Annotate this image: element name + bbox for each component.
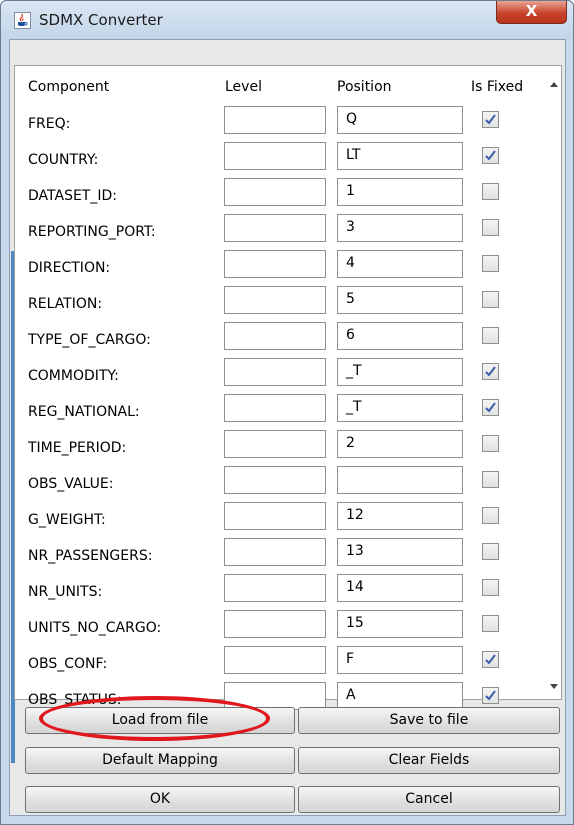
level-input[interactable] bbox=[224, 430, 326, 458]
position-input[interactable]: Q bbox=[337, 106, 463, 134]
component-label: REPORTING_PORT: bbox=[28, 224, 156, 240]
position-input[interactable]: 5 bbox=[337, 286, 463, 314]
header-component: Component bbox=[28, 79, 110, 95]
is-fixed-checkbox[interactable] bbox=[482, 291, 499, 308]
position-input[interactable]: 1 bbox=[337, 178, 463, 206]
cancel-button[interactable]: Cancel bbox=[298, 786, 560, 813]
check-icon bbox=[485, 366, 496, 377]
level-input[interactable] bbox=[224, 538, 326, 566]
save-to-file-button[interactable]: Save to file bbox=[298, 707, 560, 734]
level-input[interactable] bbox=[224, 502, 326, 530]
is-fixed-checkbox[interactable] bbox=[482, 579, 499, 596]
header-level: Level bbox=[225, 79, 262, 95]
sdmx-converter-window: SDMX Converter X Component Level Positio… bbox=[0, 0, 574, 825]
position-input[interactable]: _T bbox=[337, 394, 463, 422]
position-input[interactable]: 12 bbox=[337, 502, 463, 530]
level-input[interactable] bbox=[224, 250, 326, 278]
close-button[interactable]: X bbox=[496, 1, 567, 24]
component-label: UNITS_NO_CARGO: bbox=[28, 620, 162, 636]
load-from-file-button[interactable]: Load from file bbox=[25, 707, 295, 734]
component-label: NR_PASSENGERS: bbox=[28, 548, 153, 564]
component-label: OBS_STATUS: bbox=[28, 692, 122, 708]
level-input[interactable] bbox=[224, 286, 326, 314]
close-icon: X bbox=[525, 2, 538, 20]
is-fixed-checkbox[interactable] bbox=[482, 687, 499, 704]
component-label: OBS_VALUE: bbox=[28, 476, 114, 492]
component-label: NR_UNITS: bbox=[28, 584, 103, 600]
header-is-fixed: Is Fixed bbox=[471, 79, 524, 95]
java-cup-icon bbox=[14, 12, 31, 29]
component-label: COMMODITY: bbox=[28, 368, 119, 384]
level-input[interactable] bbox=[224, 682, 326, 710]
is-fixed-checkbox[interactable] bbox=[482, 435, 499, 452]
level-input[interactable] bbox=[224, 466, 326, 494]
position-input[interactable]: 14 bbox=[337, 574, 463, 602]
check-icon bbox=[485, 654, 496, 665]
position-input[interactable]: 2 bbox=[337, 430, 463, 458]
is-fixed-checkbox[interactable] bbox=[482, 507, 499, 524]
position-input[interactable]: 3 bbox=[337, 214, 463, 242]
level-input[interactable] bbox=[224, 574, 326, 602]
is-fixed-checkbox[interactable] bbox=[482, 615, 499, 632]
position-input[interactable]: LT bbox=[337, 142, 463, 170]
position-input[interactable] bbox=[337, 466, 463, 494]
is-fixed-checkbox[interactable] bbox=[482, 219, 499, 236]
scroll-up-icon[interactable] bbox=[547, 78, 561, 92]
is-fixed-checkbox[interactable] bbox=[482, 183, 499, 200]
position-input[interactable]: 6 bbox=[337, 322, 463, 350]
position-input[interactable]: 4 bbox=[337, 250, 463, 278]
component-label: OBS_CONF: bbox=[28, 656, 108, 672]
default-mapping-button[interactable]: Default Mapping bbox=[25, 747, 295, 774]
level-input[interactable] bbox=[224, 322, 326, 350]
component-label: TYPE_OF_CARGO: bbox=[28, 332, 151, 348]
clear-fields-button[interactable]: Clear Fields bbox=[298, 747, 560, 774]
level-input[interactable] bbox=[224, 142, 326, 170]
check-icon bbox=[485, 690, 496, 701]
title-bar: SDMX Converter X bbox=[1, 1, 573, 39]
window-title: SDMX Converter bbox=[39, 11, 163, 29]
is-fixed-checkbox[interactable] bbox=[482, 543, 499, 560]
component-label: TIME_PERIOD: bbox=[28, 440, 127, 456]
scroll-down-icon[interactable] bbox=[547, 679, 561, 693]
level-input[interactable] bbox=[224, 214, 326, 242]
position-input[interactable]: 15 bbox=[337, 610, 463, 638]
is-fixed-checkbox[interactable] bbox=[482, 651, 499, 668]
is-fixed-checkbox[interactable] bbox=[482, 327, 499, 344]
component-label: COUNTRY: bbox=[28, 152, 99, 168]
is-fixed-checkbox[interactable] bbox=[482, 363, 499, 380]
component-label: DIRECTION: bbox=[28, 260, 111, 276]
is-fixed-checkbox[interactable] bbox=[482, 471, 499, 488]
level-input[interactable] bbox=[224, 358, 326, 386]
position-input[interactable]: _T bbox=[337, 358, 463, 386]
component-label: FREQ: bbox=[28, 116, 71, 132]
level-input[interactable] bbox=[224, 646, 326, 674]
check-icon bbox=[485, 150, 496, 161]
component-label: G_WEIGHT: bbox=[28, 512, 106, 528]
is-fixed-checkbox[interactable] bbox=[482, 111, 499, 128]
is-fixed-checkbox[interactable] bbox=[482, 147, 499, 164]
position-input[interactable]: A bbox=[337, 682, 463, 710]
component-label: RELATION: bbox=[28, 296, 103, 312]
header-position: Position bbox=[337, 79, 392, 95]
level-input[interactable] bbox=[224, 394, 326, 422]
check-icon bbox=[485, 402, 496, 413]
ok-button[interactable]: OK bbox=[25, 786, 295, 813]
position-input[interactable]: 13 bbox=[337, 538, 463, 566]
component-label: DATASET_ID: bbox=[28, 188, 117, 204]
is-fixed-checkbox[interactable] bbox=[482, 255, 499, 272]
component-label: REG_NATIONAL: bbox=[28, 404, 140, 420]
level-input[interactable] bbox=[224, 106, 326, 134]
check-icon bbox=[485, 114, 496, 125]
level-input[interactable] bbox=[224, 610, 326, 638]
is-fixed-checkbox[interactable] bbox=[482, 399, 499, 416]
level-input[interactable] bbox=[224, 178, 326, 206]
position-input[interactable]: F bbox=[337, 646, 463, 674]
